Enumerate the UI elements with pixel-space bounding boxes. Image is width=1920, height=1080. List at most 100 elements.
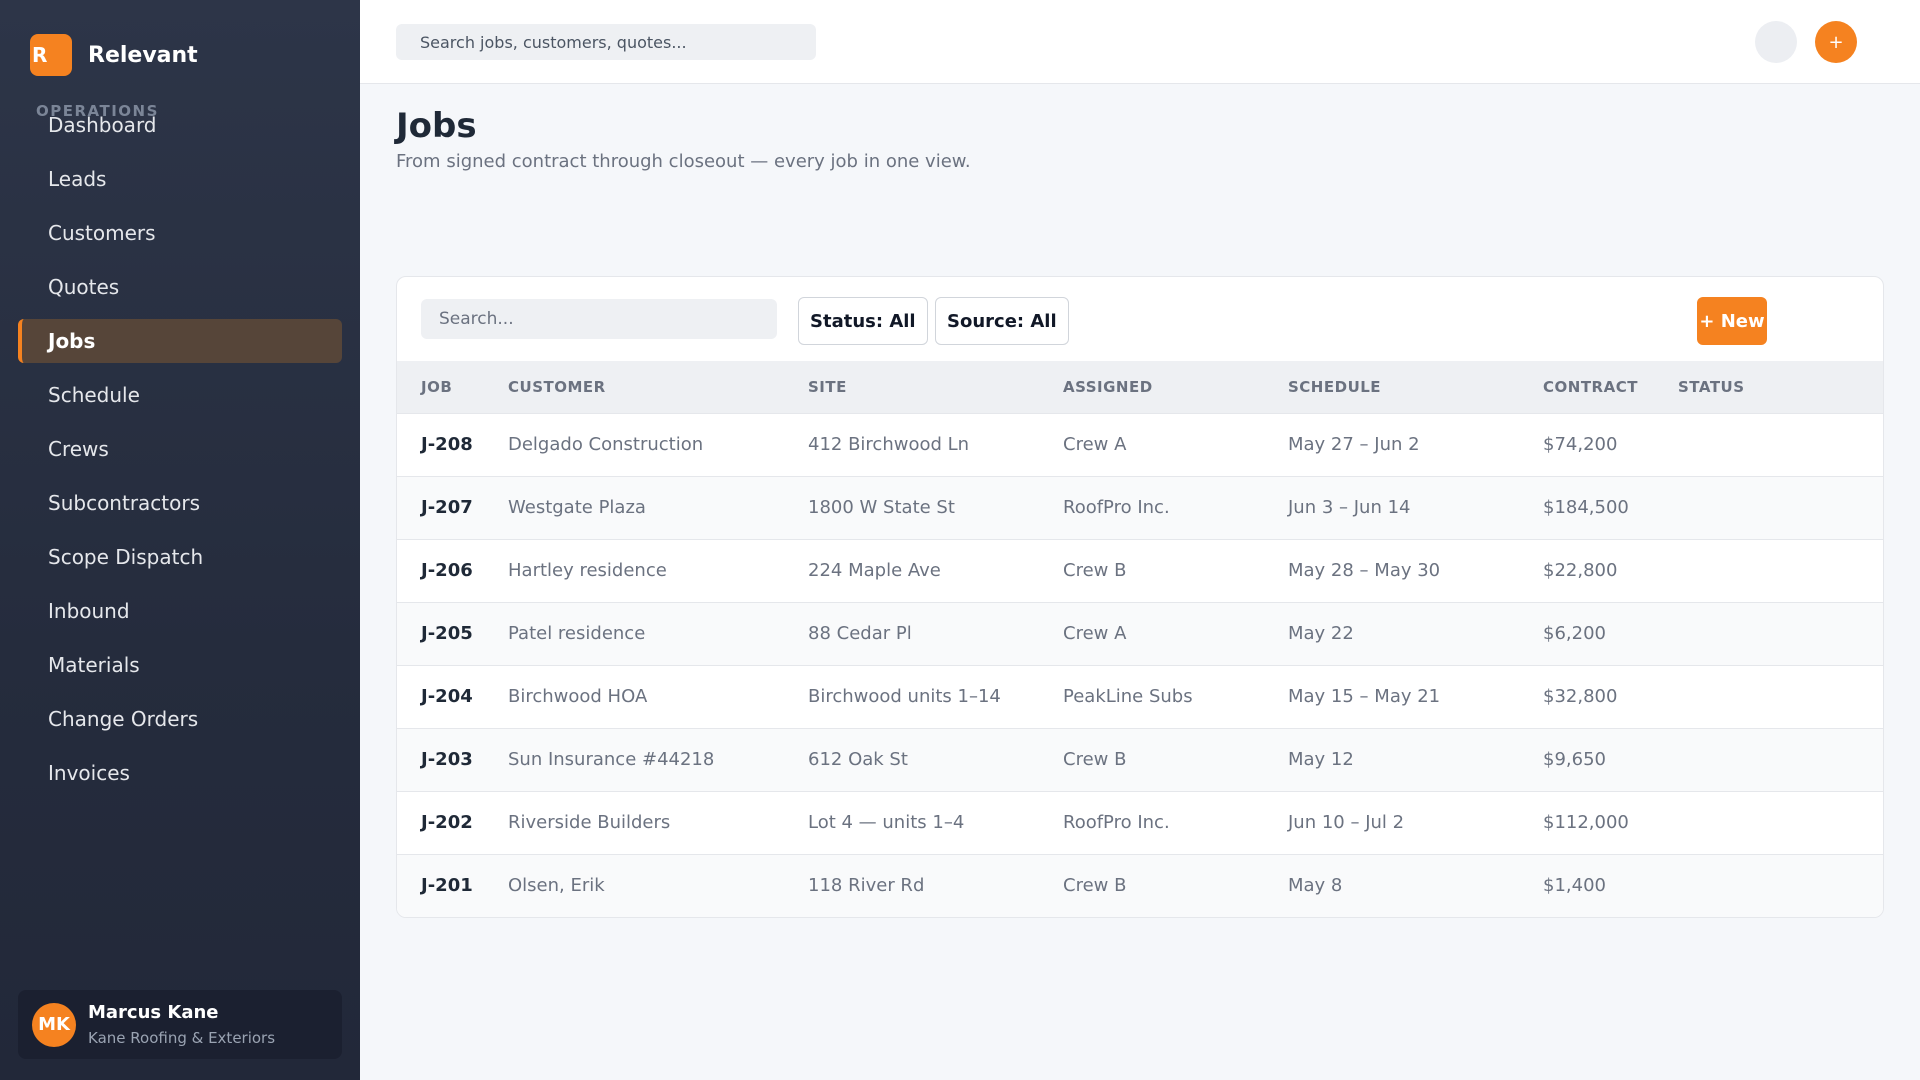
status-filter-button[interactable]: Status: All [798,297,928,345]
job-id-cell[interactable]: J-203 [397,728,508,791]
table-search-input[interactable] [421,299,777,339]
jobs-card: Status: All Source: All + New JOB CUSTOM… [396,276,1884,918]
sidebar-item-change-orders[interactable]: Change Orders [18,697,342,741]
job-id-cell[interactable]: J-208 [397,413,508,476]
status-cell [1678,728,1883,791]
sidebar-item-inbound[interactable]: Inbound [18,589,342,633]
column-header-status[interactable]: STATUS [1678,361,1883,413]
sidebar-item-schedule[interactable]: Schedule [18,373,342,417]
schedule-cell: Jun 10 – Jul 2 [1288,812,1405,833]
top-bar: + [360,0,1920,84]
customer-cell: Riverside Builders [508,812,671,833]
brand[interactable]: R Relevant [30,34,198,76]
contract-cell: $32,800 [1543,686,1618,707]
table-row[interactable]: J-205 Patel residence 88 Cedar Pl Crew A… [397,602,1883,665]
schedule-cell: May 22 [1288,623,1354,644]
customer-cell: Sun Insurance #44218 [508,749,715,770]
schedule-cell: May 12 [1288,749,1354,770]
customer-cell: Olsen, Erik [508,875,605,897]
table-row[interactable]: J-207 Westgate Plaza 1800 W State St Roo… [397,476,1883,539]
sidebar-item-materials[interactable]: Materials [18,643,342,687]
job-id-cell[interactable]: J-206 [397,539,508,602]
column-header-job[interactable]: JOB [397,361,508,413]
source-filter-button[interactable]: Source: All [935,297,1069,345]
table-row[interactable]: J-204 Birchwood HOA Birchwood units 1–14… [397,665,1883,728]
schedule-cell: May 27 – Jun 2 [1288,434,1420,455]
brand-logo-icon: R [30,34,72,76]
sidebar-item-dashboard[interactable]: Dashboard [18,103,342,147]
table-row[interactable]: J-208 Delgado Construction 412 Birchwood… [397,413,1883,476]
job-id-cell[interactable]: J-205 [397,602,508,665]
sidebar-item-quotes[interactable]: Quotes [18,265,342,309]
new-job-button[interactable]: + New [1697,297,1767,345]
global-search-input[interactable] [396,24,816,60]
column-header-customer[interactable]: CUSTOMER [508,361,808,413]
customer-cell: Hartley residence [508,560,667,581]
contract-cell: $6,200 [1543,623,1606,644]
table-row[interactable]: J-201 Olsen, Erik 118 River Rd Crew B Ma… [397,854,1883,917]
user-company: Kane Roofing & Exteriors [88,1029,276,1047]
job-id-cell[interactable]: J-202 [397,791,508,854]
site-cell: 412 Birchwood Ln [808,434,970,455]
avatar: MK [32,1002,76,1047]
contract-cell: $22,800 [1543,560,1618,581]
notifications-button[interactable] [1755,21,1797,63]
site-cell: 612 Oak St [808,749,908,770]
contract-cell: $184,500 [1543,497,1629,518]
sidebar-item-leads[interactable]: Leads [18,157,342,201]
assigned-cell: Crew B [1063,560,1127,581]
schedule-cell: May 8 [1288,875,1343,897]
sidebar: R Relevant OPERATIONS Dashboard Leads Cu… [0,0,360,1080]
user-info: Marcus Kane Kane Roofing & Exteriors [88,1002,275,1047]
page-subtitle: From signed contract through closeout — … [396,151,971,172]
table-row[interactable]: J-203 Sun Insurance #44218 612 Oak St Cr… [397,728,1883,791]
column-header-site[interactable]: SITE [808,361,1063,413]
status-cell [1678,791,1883,854]
user-card[interactable]: MK Marcus Kane Kane Roofing & Exteriors [18,990,342,1059]
site-cell: Lot 4 — units 1–4 [808,812,965,833]
site-cell: 224 Maple Ave [808,560,941,581]
jobs-table: JOB CUSTOMER SITE ASSIGNED SCHEDULE CONT… [397,361,1883,917]
column-header-assigned[interactable]: ASSIGNED [1063,361,1288,413]
page-title: Jobs [396,106,477,146]
contract-cell: $112,000 [1543,812,1629,833]
site-cell: 1800 W State St [808,497,955,518]
contract-cell: $74,200 [1543,434,1618,455]
site-cell: 118 River Rd [808,875,925,897]
assigned-cell: Crew B [1063,875,1127,897]
quick-add-button[interactable]: + [1815,21,1857,63]
assigned-cell: Crew A [1063,434,1127,455]
schedule-cell: Jun 3 – Jun 14 [1288,497,1411,518]
table-row[interactable]: J-206 Hartley residence 224 Maple Ave Cr… [397,539,1883,602]
table-toolbar: Status: All Source: All + New [397,277,1883,361]
site-cell: 88 Cedar Pl [808,623,912,644]
user-name: Marcus Kane [88,1002,219,1023]
job-id-cell[interactable]: J-207 [397,476,508,539]
assigned-cell: RoofPro Inc. [1063,812,1170,833]
table-header-row: JOB CUSTOMER SITE ASSIGNED SCHEDULE CONT… [397,361,1883,413]
sidebar-item-invoices[interactable]: Invoices [18,751,342,795]
status-cell [1678,476,1883,539]
sidebar-item-customers[interactable]: Customers [18,211,342,255]
customer-cell: Delgado Construction [508,434,704,455]
job-id-cell[interactable]: J-204 [397,665,508,728]
assigned-cell: Crew B [1063,749,1127,770]
table-row[interactable]: J-202 Riverside Builders Lot 4 — units 1… [397,791,1883,854]
contract-cell: $9,650 [1543,749,1606,770]
status-cell [1678,854,1883,917]
sidebar-item-jobs[interactable]: Jobs [18,319,342,363]
sidebar-nav: Dashboard Leads Customers Quotes Jobs Sc… [18,103,342,805]
brand-name: Relevant [88,42,198,68]
status-cell [1678,602,1883,665]
site-cell: Birchwood units 1–14 [808,686,1001,707]
schedule-cell: May 15 – May 21 [1288,686,1441,707]
status-cell [1678,665,1883,728]
schedule-cell: May 28 – May 30 [1288,560,1441,581]
sidebar-item-subcontractors[interactable]: Subcontractors [18,481,342,525]
customer-cell: Birchwood HOA [508,686,648,707]
column-header-contract[interactable]: CONTRACT [1543,361,1678,413]
sidebar-item-scope-dispatch[interactable]: Scope Dispatch [18,535,342,579]
job-id-cell[interactable]: J-201 [397,854,508,917]
column-header-schedule[interactable]: SCHEDULE [1288,361,1543,413]
sidebar-item-crews[interactable]: Crews [18,427,342,471]
